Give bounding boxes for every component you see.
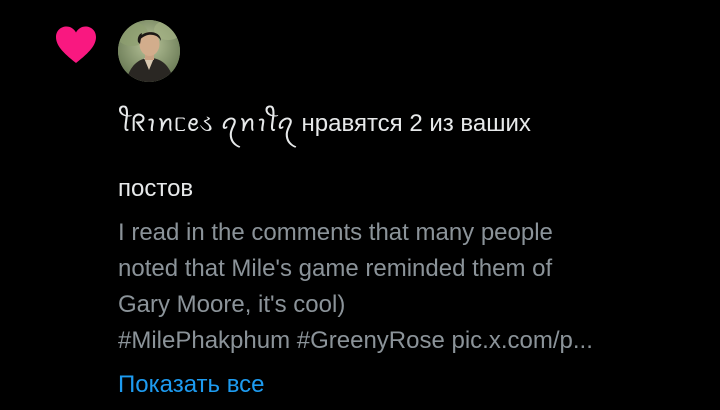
post-line: noted that Mile's game reminded them of xyxy=(118,255,553,282)
like-notification[interactable]: ꪻᖇꪱꪀᥴꫀડ ꪖꪀꪱꪻꪖ нравятся 2 из ваших постов… xyxy=(0,0,720,410)
avatar[interactable] xyxy=(118,20,180,82)
post-line: I read in the comments that many people xyxy=(118,219,553,246)
user-display-name[interactable]: ꪻᖇꪱꪀᥴꫀડ ꪖꪀꪱꪻꪖ xyxy=(118,109,295,137)
action-text-continued: постов xyxy=(118,175,194,202)
post-line: #MilePhakphum #GreenyRose pic.x.com/p... xyxy=(118,327,593,354)
heart-icon xyxy=(54,25,98,65)
action-text: нравятся 2 из ваших xyxy=(294,110,531,137)
post-preview[interactable]: I read in the comments that many people … xyxy=(118,215,698,359)
show-all-link[interactable]: Показать все xyxy=(118,368,265,402)
notification-headline: ꪻᖇꪱꪀᥴꫀડ ꪖꪀꪱꪻꪖ нравятся 2 из ваших xyxy=(118,106,678,141)
post-line: Gary Moore, it's cool) xyxy=(118,291,346,318)
